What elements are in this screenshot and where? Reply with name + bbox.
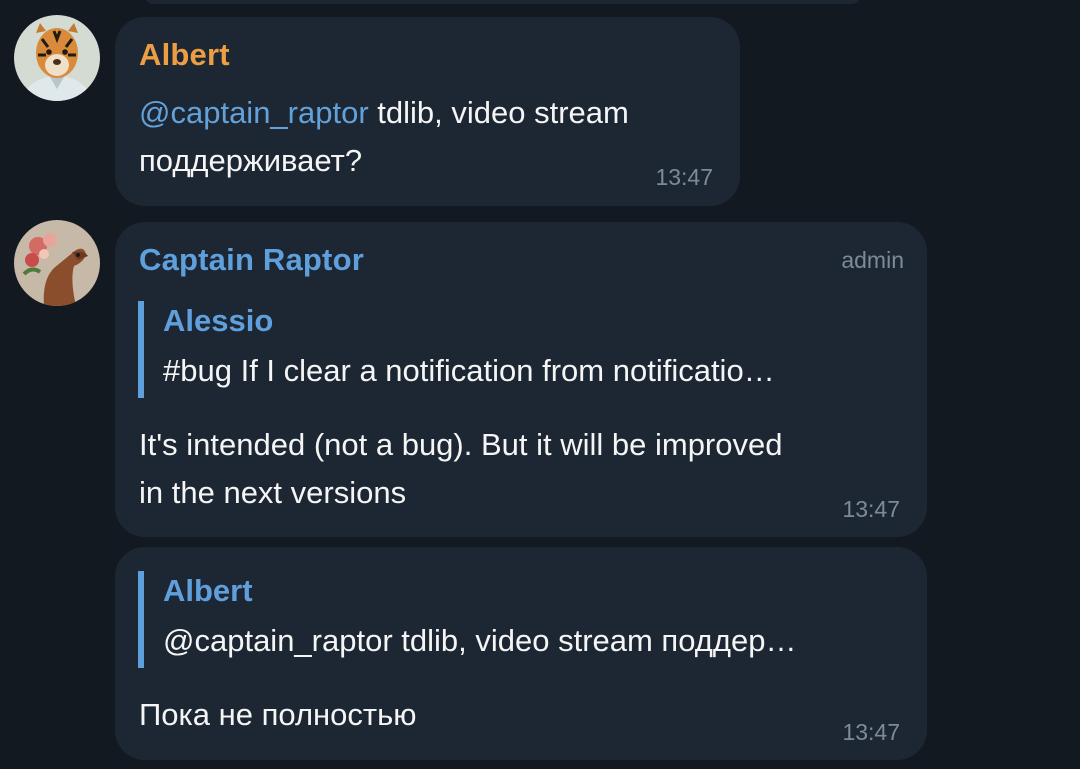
mention-link[interactable]: @captain_raptor bbox=[139, 95, 369, 130]
message-text: Пока не полностью bbox=[139, 691, 417, 739]
message-text-line: поддерживает? bbox=[139, 143, 363, 178]
raptor-avatar-icon bbox=[14, 220, 100, 306]
sender-name[interactable]: Albert bbox=[139, 37, 230, 73]
captain-raptor-avatar[interactable] bbox=[14, 220, 100, 306]
message-time: 13:47 bbox=[655, 164, 713, 190]
message-bubble-captain-raptor-reply[interactable]: Albert @captain_raptor tdlib, video stre… bbox=[115, 547, 927, 760]
admin-badge: admin bbox=[841, 247, 904, 273]
message-text: @captain_raptor tdlib, video stream подд… bbox=[139, 89, 629, 185]
albert-avatar[interactable] bbox=[14, 15, 100, 101]
reply-quote[interactable]: Alessio #bug If I clear a notification f… bbox=[138, 301, 775, 398]
message-bubble-captain-raptor[interactable]: Captain Raptor admin Alessio #bug If I c… bbox=[115, 222, 927, 537]
tiger-avatar-icon bbox=[14, 15, 100, 101]
message-text: It's intended (not a bug). But it will b… bbox=[139, 421, 782, 517]
sender-name[interactable]: Captain Raptor bbox=[139, 242, 364, 278]
reply-quote[interactable]: Albert @captain_raptor tdlib, video stre… bbox=[138, 571, 796, 668]
reply-preview-text: #bug If I clear a notification from noti… bbox=[163, 353, 775, 388]
message-bubble-albert[interactable]: Albert @captain_raptor tdlib, video stre… bbox=[115, 17, 740, 206]
reply-sender-name: Albert bbox=[163, 573, 253, 608]
message-text-line: in the next versions bbox=[139, 475, 407, 510]
message-text-line: It's intended (not a bug). But it will b… bbox=[139, 427, 783, 462]
previous-message-edge bbox=[145, 0, 860, 4]
reply-sender-name: Alessio bbox=[163, 303, 274, 338]
message-time: 13:47 bbox=[842, 719, 900, 745]
message-text-line: Пока не полностью bbox=[139, 697, 417, 732]
message-text-part: tdlib, video stream bbox=[368, 95, 629, 130]
reply-preview-text: @captain_raptor tdlib, video stream подд… bbox=[163, 623, 797, 658]
message-time: 13:47 bbox=[842, 496, 900, 522]
